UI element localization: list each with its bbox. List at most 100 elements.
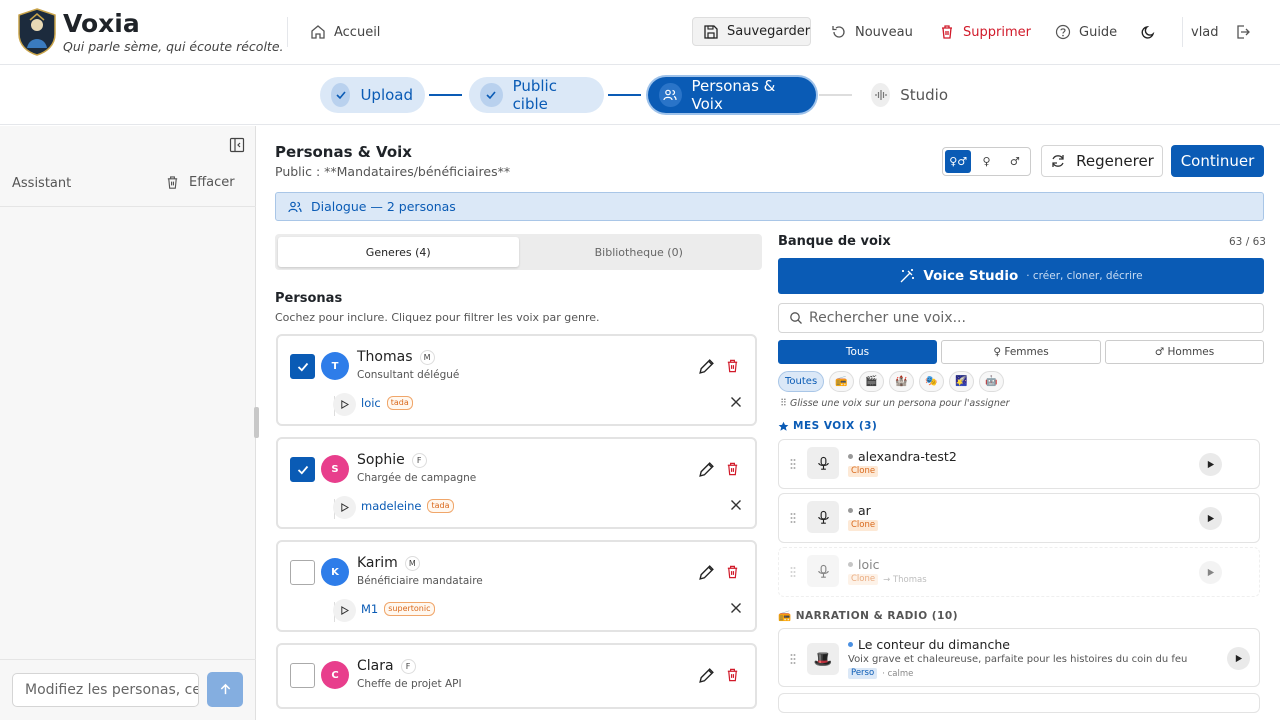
trash-icon[interactable] bbox=[725, 461, 740, 477]
pencil-icon[interactable] bbox=[698, 564, 715, 581]
persona-checkbox[interactable] bbox=[290, 663, 315, 688]
voice-card[interactable]: ar Clone bbox=[778, 493, 1260, 543]
close-icon[interactable] bbox=[730, 602, 742, 614]
filter-all[interactable]: Tous bbox=[778, 340, 937, 364]
voice-studio-button[interactable]: Voice Studio · créer, cloner, décrire bbox=[778, 258, 1264, 294]
regenerate-label: Regenerer bbox=[1076, 152, 1154, 170]
persona-card[interactable]: T Thomas M Consultant délégué loic tada bbox=[276, 334, 757, 426]
category-radio[interactable]: 📻 bbox=[829, 371, 855, 392]
step-upload[interactable]: Upload bbox=[320, 77, 425, 113]
persona-checkbox[interactable] bbox=[290, 457, 315, 482]
drag-handle-icon[interactable] bbox=[790, 566, 796, 578]
drag-handle-icon[interactable] bbox=[790, 458, 796, 470]
gender-female-option[interactable]: ♀ bbox=[973, 150, 999, 173]
divider bbox=[0, 659, 256, 660]
gender-male-option[interactable]: ♂ bbox=[1002, 150, 1028, 173]
status-dot bbox=[848, 454, 853, 459]
check-icon bbox=[297, 362, 308, 372]
regenerate-button[interactable]: Regenerer bbox=[1041, 145, 1163, 177]
filter-women[interactable]: ♀ Femmes bbox=[941, 340, 1101, 364]
assigned-voice[interactable]: madeleine tada bbox=[361, 499, 454, 513]
pencil-icon[interactable] bbox=[698, 358, 715, 375]
tab-bibliotheque[interactable]: Bibliotheque (0) bbox=[519, 237, 760, 267]
step-connector bbox=[429, 94, 462, 96]
voice-card[interactable]: alexandra-test2 Clone bbox=[778, 439, 1260, 489]
persona-card[interactable]: K Karim M Bénéficiaire mandataire M1 superton… bbox=[276, 540, 757, 632]
guide-button[interactable]: Guide bbox=[1045, 16, 1127, 48]
assigned-voice[interactable]: M1 supertonic bbox=[361, 602, 435, 616]
trash-icon[interactable] bbox=[725, 358, 740, 374]
persona-role: Cheffe de projet API bbox=[357, 678, 462, 690]
pencil-icon[interactable] bbox=[698, 667, 715, 684]
play-button[interactable] bbox=[1199, 507, 1222, 530]
delete-button[interactable]: Supprimer bbox=[929, 16, 1041, 48]
voxia-logo[interactable] bbox=[17, 8, 57, 56]
sidebar-resize-handle[interactable] bbox=[254, 407, 259, 438]
voice-card[interactable]: loic Clone → Thomas bbox=[778, 547, 1260, 597]
voice-tags: Clone bbox=[848, 466, 879, 477]
home-button[interactable]: Accueil bbox=[300, 16, 390, 48]
persona-name-row: Karim M bbox=[357, 555, 420, 571]
save-button[interactable]: Sauvegarder bbox=[692, 17, 811, 46]
save-label: Sauvegarder bbox=[727, 24, 811, 39]
category-theatre[interactable]: 🎭 bbox=[919, 371, 945, 392]
voice-search-input[interactable]: Rechercher une voix... bbox=[778, 303, 1264, 333]
step-public-cible[interactable]: Public cible bbox=[469, 77, 604, 113]
trash-icon[interactable] bbox=[725, 564, 740, 580]
voice-card-partial[interactable] bbox=[778, 693, 1260, 713]
close-icon[interactable] bbox=[730, 499, 742, 511]
persona-checkbox[interactable] bbox=[290, 354, 315, 379]
collapse-panel-icon[interactable] bbox=[229, 137, 245, 153]
dark-mode-toggle[interactable] bbox=[1131, 16, 1167, 48]
filter-men[interactable]: ♂ Hommes bbox=[1105, 340, 1264, 364]
close-icon[interactable] bbox=[730, 396, 742, 408]
category-robot[interactable]: 🤖 bbox=[979, 371, 1005, 392]
clear-label: Effacer bbox=[189, 175, 235, 190]
send-button[interactable] bbox=[207, 672, 243, 707]
microphone-icon bbox=[807, 501, 839, 533]
top-hat-icon: 🎩 bbox=[807, 643, 839, 675]
tab-generes[interactable]: Generes (4) bbox=[278, 237, 519, 267]
clear-button[interactable]: Effacer bbox=[165, 175, 235, 190]
new-button[interactable]: Nouveau bbox=[821, 16, 923, 48]
category-castle[interactable]: 🏰 bbox=[889, 371, 915, 392]
persona-checkbox[interactable] bbox=[290, 560, 315, 585]
play-button[interactable] bbox=[1227, 647, 1250, 670]
assigned-voice[interactable]: loic tada bbox=[361, 396, 413, 410]
play-button[interactable] bbox=[1199, 561, 1222, 584]
assistant-input[interactable]: Modifiez les personas, ces voix... bbox=[12, 673, 199, 707]
star-icon bbox=[778, 421, 789, 432]
drag-handle-icon[interactable] bbox=[790, 653, 796, 665]
continue-button[interactable]: Continuer bbox=[1171, 145, 1264, 177]
persona-tabs: Generes (4) Bibliotheque (0) bbox=[275, 234, 762, 270]
clone-tag: Clone bbox=[848, 574, 879, 585]
pencil-icon[interactable] bbox=[698, 461, 715, 478]
persona-role: Consultant délégué bbox=[357, 369, 460, 381]
play-voice-button[interactable] bbox=[333, 599, 356, 622]
step-personas-voix[interactable]: Personas & Voix bbox=[648, 77, 816, 113]
users-icon bbox=[288, 200, 302, 214]
play-voice-button[interactable] bbox=[333, 393, 356, 416]
dialogue-banner: Dialogue — 2 personas bbox=[275, 192, 1264, 221]
persona-card[interactable]: C Clara F Cheffe de projet API bbox=[276, 643, 757, 709]
my-voices-heading: MES VOIX (3) bbox=[778, 420, 877, 432]
assistant-title: Assistant bbox=[12, 176, 72, 191]
gender-both-option[interactable]: ♀♂ bbox=[945, 150, 972, 173]
magic-wand-icon bbox=[899, 268, 915, 284]
category-fantasy[interactable]: 🌠 bbox=[949, 371, 975, 392]
play-button[interactable] bbox=[1199, 453, 1222, 476]
play-voice-button[interactable] bbox=[333, 496, 356, 519]
step-public-cible-label: Public cible bbox=[512, 77, 557, 113]
persona-card[interactable]: S Sophie F Chargée de campagne madeleine tada bbox=[276, 437, 757, 529]
category-cinema[interactable]: 🎬 bbox=[859, 371, 885, 392]
gender-badge: M bbox=[419, 349, 435, 365]
trash-icon[interactable] bbox=[725, 667, 740, 683]
voice-tags: Clone bbox=[848, 520, 879, 531]
drag-handle-icon[interactable] bbox=[790, 512, 796, 524]
logout-button[interactable] bbox=[1225, 16, 1261, 48]
play-icon bbox=[341, 400, 349, 409]
step-studio[interactable]: Studio bbox=[860, 77, 960, 113]
category-all[interactable]: Toutes bbox=[778, 371, 825, 392]
refresh-icon bbox=[1050, 153, 1066, 169]
voice-card[interactable]: 🎩 Le conteur du dimanche Voix grave et cha… bbox=[778, 628, 1260, 687]
